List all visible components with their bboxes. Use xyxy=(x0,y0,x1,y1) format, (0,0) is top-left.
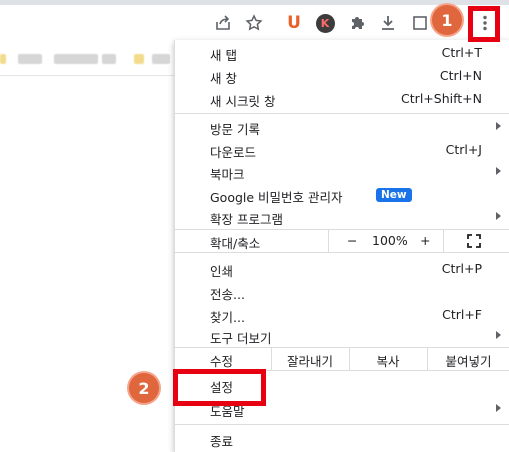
paste-button[interactable]: 붙여넣기 xyxy=(427,351,509,370)
menu-label: 새 창 xyxy=(210,71,237,86)
menu-label: 새 탭 xyxy=(210,48,237,63)
menu-item-incognito[interactable]: 새 시크릿 창 Ctrl+Shift+N xyxy=(175,88,509,110)
menu-label: 인쇄 xyxy=(210,264,234,279)
edit-row: 수정 잘라내기 복사 붙여넣기 xyxy=(175,348,509,370)
highlight-box-settings xyxy=(173,369,266,406)
menu-item-history[interactable]: 방문 기록 xyxy=(175,116,509,138)
menu-label: 북마크 xyxy=(210,167,245,182)
shortcut: Ctrl+F xyxy=(442,307,482,322)
puzzle-icon[interactable] xyxy=(346,12,368,34)
step-2-marker: 2 xyxy=(129,373,159,403)
extension-k-icon[interactable]: K xyxy=(314,12,336,34)
menu-label: 도구 더보기 xyxy=(210,331,272,346)
new-badge: New xyxy=(376,188,412,202)
menu-label: 다운로드 xyxy=(210,145,257,160)
zoom-divider xyxy=(443,230,444,252)
zoom-out-button[interactable]: − xyxy=(347,233,357,248)
window-icon[interactable] xyxy=(409,12,431,34)
menu-item-exit[interactable]: 종료 xyxy=(175,428,509,450)
menu-item-new-window[interactable]: 새 창 Ctrl+N xyxy=(175,65,509,87)
cut-button[interactable]: 잘라내기 xyxy=(271,351,349,370)
menu-item-find[interactable]: 찾기... Ctrl+F xyxy=(175,304,509,326)
step-1-marker: 1 xyxy=(432,5,462,35)
blurred-bookmark xyxy=(152,54,170,64)
submenu-arrow-icon xyxy=(496,122,501,130)
extension-u-letter: U xyxy=(287,13,301,33)
copy-button[interactable]: 복사 xyxy=(349,351,427,370)
menu-divider xyxy=(175,252,509,253)
menu-item-new-tab[interactable]: 새 탭 Ctrl+T xyxy=(175,42,509,64)
zoom-in-button[interactable]: + xyxy=(420,233,430,248)
shortcut: Ctrl+T xyxy=(441,45,482,60)
extension-u-icon[interactable]: U xyxy=(283,12,305,34)
blurred-bookmark xyxy=(0,54,6,64)
menu-item-downloads[interactable]: 다운로드 Ctrl+J xyxy=(175,139,509,161)
fullscreen-icon[interactable] xyxy=(467,234,481,251)
menu-label: 찾기... xyxy=(210,310,245,325)
menu-label: 전송... xyxy=(210,287,245,302)
menu-item-password-manager[interactable]: Google 비밀번호 관리자 New xyxy=(175,184,509,206)
menu-item-bookmarks[interactable]: 북마크 xyxy=(175,161,509,183)
menu-label: 확장 프로그램 xyxy=(210,212,283,227)
highlight-box-menu xyxy=(468,6,500,42)
shortcut: Ctrl+P xyxy=(441,261,482,276)
menu-label: Google 비밀번호 관리자 xyxy=(210,190,343,205)
zoom-row: 확대/축소 − 100% + xyxy=(175,230,509,252)
blurred-bookmark xyxy=(18,54,42,64)
submenu-arrow-icon xyxy=(496,404,501,412)
blurred-bookmark xyxy=(134,54,144,64)
menu-divider xyxy=(175,424,509,425)
blurred-bookmark xyxy=(54,54,98,64)
zoom-level: 100% xyxy=(372,233,408,248)
shortcut: Ctrl+N xyxy=(439,68,482,83)
edit-label: 수정 xyxy=(210,354,234,369)
submenu-arrow-icon xyxy=(496,212,501,220)
download-icon[interactable] xyxy=(377,12,399,34)
submenu-arrow-icon xyxy=(496,331,501,339)
menu-item-extensions[interactable]: 확장 프로그램 xyxy=(175,206,509,228)
menu-item-more-tools[interactable]: 도구 더보기 xyxy=(175,325,509,347)
menu-label: 새 시크릿 창 xyxy=(210,94,276,109)
shortcut: Ctrl+Shift+N xyxy=(401,91,482,106)
zoom-label: 확대/축소 xyxy=(210,236,261,251)
menu-item-print[interactable]: 인쇄 Ctrl+P xyxy=(175,258,509,280)
shortcut: Ctrl+J xyxy=(445,142,482,157)
extension-k-letter: K xyxy=(320,16,330,30)
menu-label: 종료 xyxy=(210,434,234,449)
blurred-bookmark xyxy=(102,54,116,64)
menu-item-cast[interactable]: 전송... xyxy=(175,281,509,303)
menu-divider xyxy=(175,113,509,114)
submenu-arrow-icon xyxy=(496,167,501,175)
share-icon[interactable] xyxy=(212,12,234,34)
menu-label: 방문 기록 xyxy=(210,122,260,137)
zoom-divider xyxy=(328,230,329,252)
star-icon[interactable] xyxy=(243,12,265,34)
